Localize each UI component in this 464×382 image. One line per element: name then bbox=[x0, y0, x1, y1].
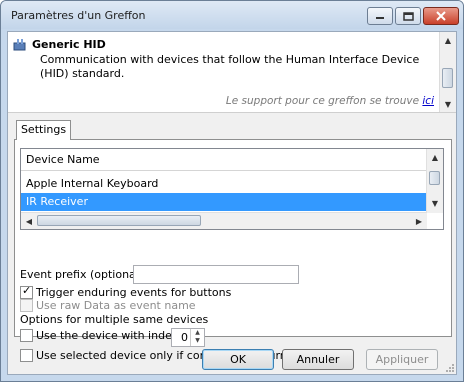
multiple-devices-heading: Options for multiple same devices bbox=[20, 313, 209, 326]
device-list-header[interactable]: Device Name bbox=[21, 149, 427, 171]
index-value: 0 bbox=[181, 331, 188, 344]
title-bar[interactable]: Paramètres d'un Greffon bbox=[1, 1, 463, 29]
cancel-button[interactable]: Annuler bbox=[282, 349, 354, 370]
stepper-down-icon[interactable]: ▼ bbox=[191, 337, 204, 345]
close-button[interactable] bbox=[423, 7, 459, 25]
scroll-thumb[interactable] bbox=[37, 215, 201, 226]
list-item[interactable]: Apple Internal Keyboard bbox=[21, 175, 427, 193]
trigger-enduring-checkbox[interactable]: ✓ bbox=[20, 284, 33, 299]
scroll-down-icon[interactable]: ▼ bbox=[442, 98, 454, 110]
trigger-enduring-label: Trigger enduring events for buttons bbox=[36, 286, 232, 299]
maximize-icon bbox=[396, 8, 420, 24]
info-scrollbar[interactable]: ▲ ▼ bbox=[439, 32, 456, 112]
device-list-vscroll[interactable]: ▲ ▼ bbox=[426, 149, 443, 213]
event-prefix-label: Event prefix (optional): bbox=[20, 268, 147, 281]
checkmark-icon: ✓ bbox=[22, 284, 32, 297]
scroll-right-icon[interactable]: ▶ bbox=[413, 215, 425, 227]
dialog-body: Generic HID Communication with devices t… bbox=[7, 31, 457, 375]
scroll-up-icon[interactable]: ▲ bbox=[429, 151, 441, 163]
close-icon bbox=[424, 8, 458, 24]
connected-only-checkbox[interactable] bbox=[20, 349, 33, 362]
index-stepper[interactable]: 0 ▲ ▼ bbox=[171, 328, 205, 347]
use-index-label: Use the device with index bbox=[36, 329, 179, 342]
column-device-name: Device Name bbox=[26, 153, 100, 166]
scroll-thumb[interactable] bbox=[429, 171, 440, 185]
support-link[interactable]: ici bbox=[422, 95, 434, 107]
raw-data-checkbox[interactable] bbox=[20, 299, 33, 312]
resize-grip-icon[interactable] bbox=[445, 363, 455, 373]
tab-settings[interactable]: Settings bbox=[16, 120, 71, 140]
support-text: Le support pour ce greffon se trouve bbox=[225, 95, 420, 107]
plugin-description: Communication with devices that follow t… bbox=[40, 53, 420, 80]
support-line: Le support pour ce greffon se trouve ici bbox=[226, 95, 434, 107]
settings-tab-panel: Device Name Apple Internal Keyboard IR R… bbox=[14, 139, 452, 362]
plugin-icon bbox=[13, 39, 26, 51]
device-list[interactable]: Device Name Apple Internal Keyboard IR R… bbox=[20, 148, 444, 230]
scroll-down-icon[interactable]: ▼ bbox=[429, 197, 441, 209]
plugin-name: Generic HID bbox=[32, 38, 106, 51]
minimize-icon bbox=[368, 8, 392, 24]
scroll-thumb[interactable] bbox=[442, 68, 453, 88]
scroll-up-icon[interactable]: ▲ bbox=[442, 34, 454, 46]
plugin-settings-window: Paramètres d'un Greffon Generic HID Comm… bbox=[0, 0, 464, 382]
raw-data-label: Use raw Data as event name bbox=[36, 299, 196, 312]
scroll-left-icon[interactable]: ◀ bbox=[23, 215, 35, 227]
list-item-selected[interactable]: IR Receiver bbox=[21, 193, 427, 211]
plugin-info-panel: Generic HID Communication with devices t… bbox=[8, 32, 456, 113]
window-title: Paramètres d'un Greffon bbox=[11, 9, 146, 22]
apply-button[interactable]: Appliquer bbox=[366, 349, 438, 370]
use-index-checkbox[interactable] bbox=[20, 329, 33, 342]
stepper-up-icon[interactable]: ▲ bbox=[191, 329, 204, 337]
maximize-button[interactable] bbox=[395, 7, 421, 25]
ok-button[interactable]: OK bbox=[202, 349, 274, 370]
event-prefix-input[interactable] bbox=[133, 265, 299, 284]
device-list-hscroll[interactable]: ◀ ▶ bbox=[21, 212, 427, 229]
minimize-button[interactable] bbox=[367, 7, 393, 25]
stepper-buttons[interactable]: ▲ ▼ bbox=[190, 329, 204, 346]
